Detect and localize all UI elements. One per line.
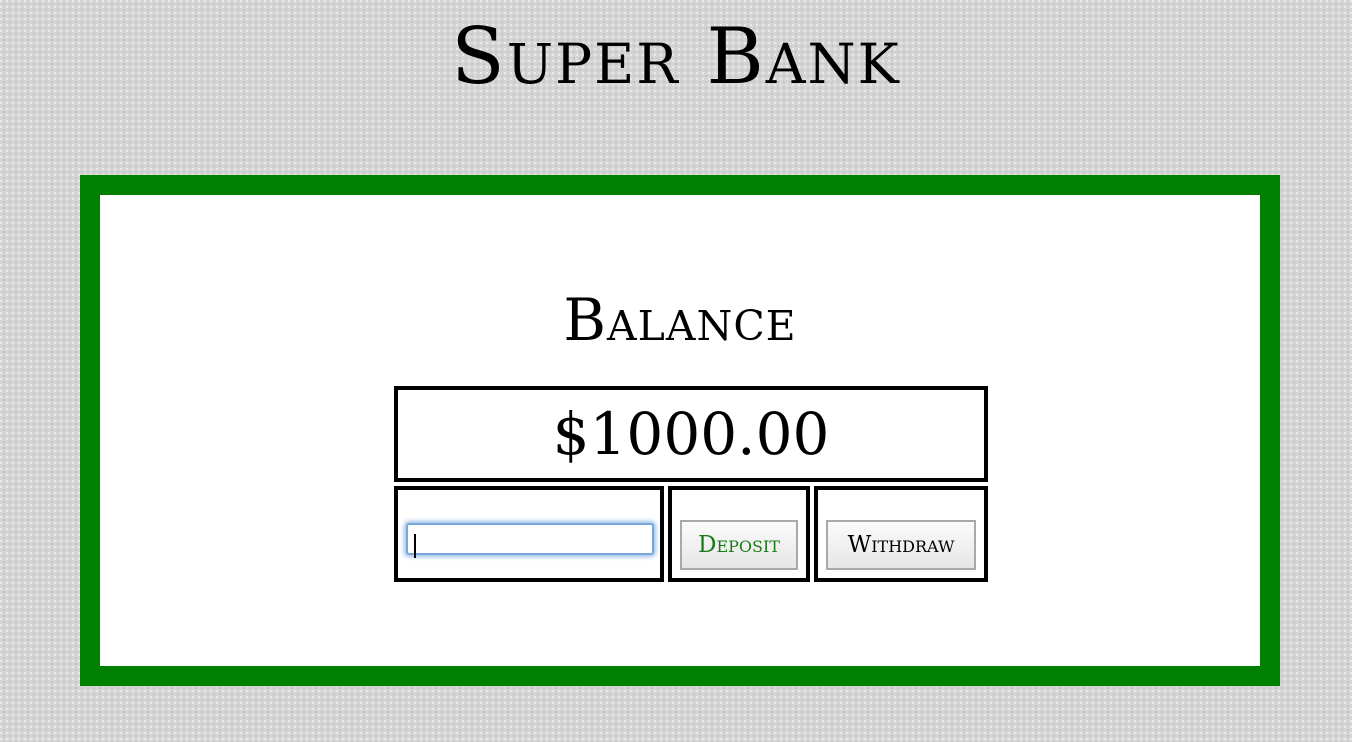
deposit-button[interactable]: Deposit [680,520,798,570]
balance-heading: Balance [563,286,797,354]
account-panel: Balance $1000.00 Deposit Withdraw [80,175,1280,686]
deposit-cell: Deposit [668,486,810,582]
withdraw-cell: Withdraw [814,486,988,582]
text-caret [414,534,416,558]
page-title: Super Bank [451,12,901,102]
amount-input[interactable] [406,523,654,555]
amount-cell [394,486,664,582]
withdraw-button[interactable]: Withdraw [826,520,976,570]
balance-value: $1000.00 [552,400,830,468]
balance-display: $1000.00 [394,386,988,482]
